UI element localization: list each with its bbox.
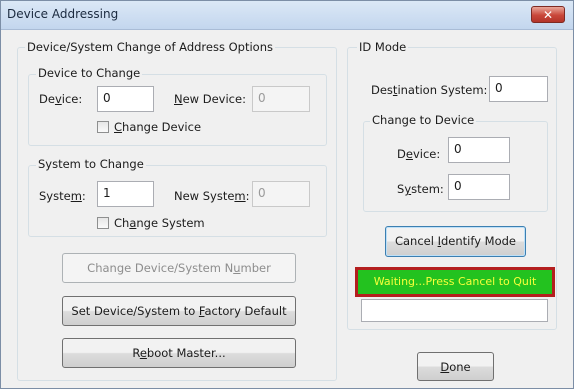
- system-label: System:: [39, 189, 86, 203]
- cancel-identify-mode-button[interactable]: Cancel Identify Mode: [385, 226, 526, 257]
- device-addressing-dialog: Device Addressing ✕ Device/System Change…: [0, 0, 574, 389]
- destination-system-input[interactable]: 0: [489, 76, 548, 102]
- status-indicator: Waiting...Press Cancel to Quit: [355, 267, 555, 297]
- status-text: Waiting...Press Cancel to Quit: [358, 270, 552, 294]
- factory-default-button[interactable]: Set Device/System to Factory Default: [62, 296, 296, 326]
- status-detail-field[interactable]: [361, 299, 548, 322]
- title-bar[interactable]: Device Addressing ✕: [1, 1, 573, 30]
- window-title: Device Addressing: [7, 7, 119, 21]
- id-device-input[interactable]: 0: [448, 137, 510, 163]
- change-to-device-title: Change to Device: [370, 113, 477, 127]
- new-system-label: New System:: [174, 189, 250, 203]
- reboot-master-button[interactable]: Reboot Master...: [62, 338, 296, 368]
- device-label: Device:: [39, 92, 83, 106]
- new-device-input[interactable]: 0: [252, 86, 310, 112]
- checkbox-icon: [97, 217, 109, 229]
- close-button[interactable]: ✕: [531, 6, 565, 23]
- device-input[interactable]: 0: [97, 86, 154, 112]
- id-device-label: Device:: [397, 147, 441, 161]
- address-options-title: Device/System Change of Address Options: [25, 40, 275, 54]
- checkbox-icon: [97, 121, 109, 133]
- device-to-change-title: Device to Change: [36, 66, 143, 80]
- change-system-label: Change System: [114, 216, 205, 230]
- change-device-label: Change Device: [114, 120, 202, 134]
- system-to-change-title: System to Change: [36, 157, 146, 171]
- change-device-checkbox[interactable]: Change Device: [97, 120, 201, 134]
- new-device-label: New Device:: [174, 92, 246, 106]
- id-system-input[interactable]: 0: [448, 174, 510, 200]
- close-icon: ✕: [542, 8, 554, 22]
- new-system-input[interactable]: 0: [252, 181, 310, 207]
- system-input[interactable]: 1: [97, 181, 154, 207]
- change-device-system-number-button[interactable]: Change Device/System Number: [62, 253, 296, 283]
- id-mode-title: ID Mode: [357, 40, 409, 54]
- done-button[interactable]: Done: [417, 352, 494, 381]
- destination-system-label: Destination System:: [371, 83, 488, 97]
- change-system-checkbox[interactable]: Change System: [97, 216, 205, 230]
- id-system-label: System:: [397, 182, 444, 196]
